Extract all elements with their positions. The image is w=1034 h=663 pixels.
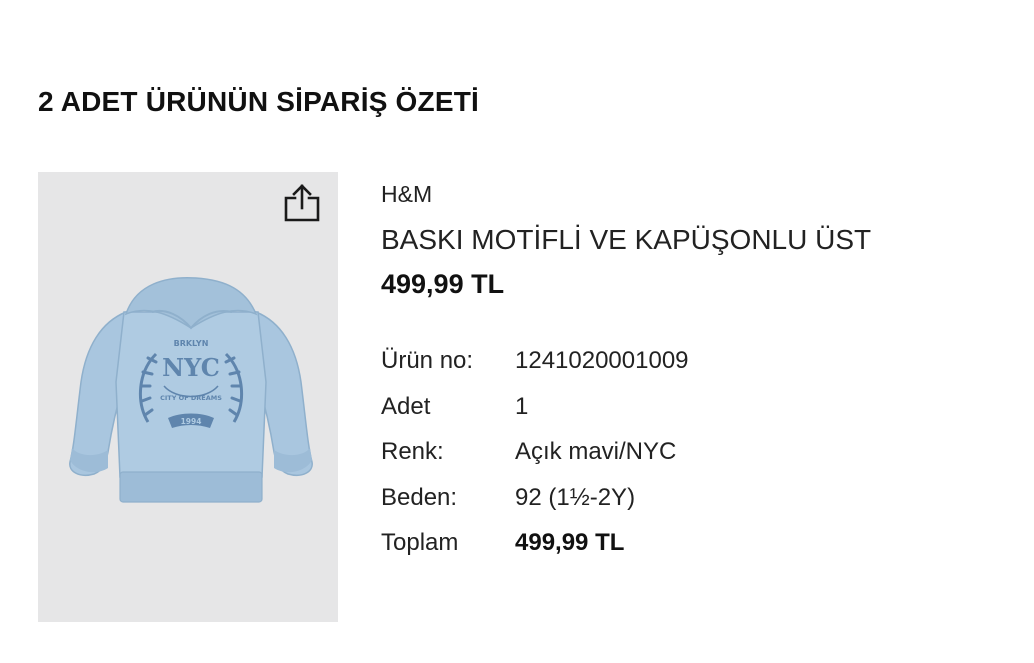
product-name[interactable]: BASKI MOTİFLİ VE KAPÜŞONLU ÜST [381, 222, 871, 258]
svg-text:1994: 1994 [181, 417, 202, 426]
product-image[interactable]: BRKLYN NYC CITY OF DREAMS 1994 [38, 172, 338, 622]
share-icon [280, 180, 324, 229]
product-no-label: Ürün no: [381, 347, 474, 374]
total-label: Toplam [381, 529, 459, 556]
product-price: 499,99 TL [381, 269, 505, 299]
detail-row-color: Renk: Açık mavi/NYC [381, 429, 871, 475]
product-info: H&M BASKI MOTİFLİ VE KAPÜŞONLU ÜST 499,9… [381, 176, 871, 566]
svg-text:BRKLYN: BRKLYN [174, 339, 209, 348]
size-label: Beden: [381, 483, 458, 511]
quantity-value: 1 [515, 392, 529, 420]
detail-row-size: Beden: 92 (1½-2Y) [381, 475, 871, 521]
hoodie-illustration: BRKLYN NYC CITY OF DREAMS 1994 [69, 276, 313, 503]
detail-row-quantity: Adet 1 [381, 384, 871, 430]
share-button[interactable] [278, 180, 326, 228]
product-no-value: 1241020001009 [515, 347, 689, 374]
svg-text:CITY OF DREAMS: CITY OF DREAMS [160, 394, 222, 402]
product-brand: H&M [381, 181, 433, 207]
color-label: Renk: [381, 438, 444, 465]
product-details: Ürün no: 1241020001009 Adet 1 Renk: Açık… [381, 338, 871, 566]
detail-row-product-no: Ürün no: 1241020001009 [381, 338, 871, 384]
total-value: 499,99 TL [515, 529, 625, 556]
size-value: 92 (1½-2Y) [515, 483, 636, 511]
svg-text:NYC: NYC [162, 353, 220, 382]
detail-row-total: Toplam 499,99 TL [381, 520, 871, 566]
quantity-label: Adet [381, 392, 431, 420]
color-value: Açık mavi/NYC [515, 438, 677, 465]
order-summary-title: 2 ADET ÜRÜNÜN SİPARİŞ ÖZETİ [38, 86, 479, 117]
